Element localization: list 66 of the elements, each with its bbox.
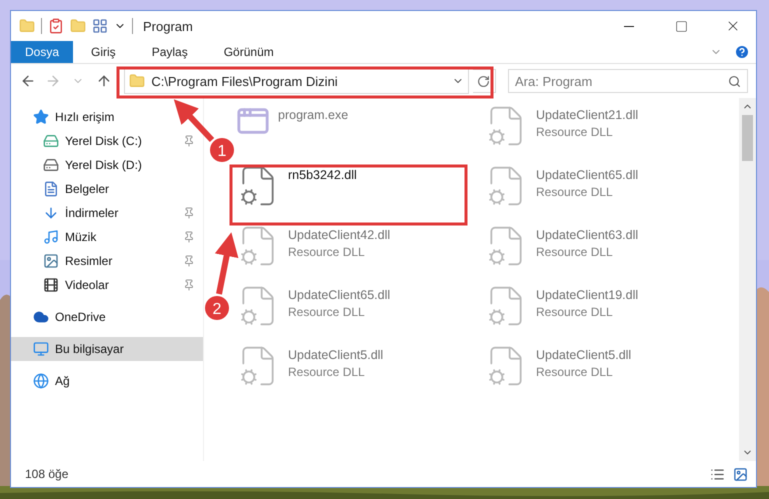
file-type: Resource DLL: [536, 365, 614, 379]
file-name[interactable]: UpdateClient21.dll: [536, 108, 638, 122]
monitor-icon: [33, 341, 49, 357]
view-icon[interactable]: [92, 18, 108, 34]
file-name[interactable]: UpdateClient19.dll: [536, 288, 638, 302]
file-name[interactable]: UpdateClient65.dll: [288, 288, 390, 302]
file-name[interactable]: rn5b3242.dll: [288, 168, 357, 182]
properties-icon[interactable]: [48, 18, 64, 34]
file-type: Resource DLL: [288, 305, 366, 319]
scrollbar-thumb[interactable]: [742, 115, 753, 161]
file-type: Resource DLL: [288, 365, 366, 379]
file-name[interactable]: UpdateClient5.dll: [536, 348, 632, 362]
annotation-arrow: [174, 99, 214, 142]
sidebar-item[interactable]: Yerel Disk (D:): [11, 153, 203, 177]
folder-icon: [129, 73, 146, 89]
sidebar-item[interactable]: Resimler: [11, 249, 203, 273]
music-icon: [43, 229, 59, 245]
file-type: Resource DLL: [536, 185, 614, 199]
sidebar-item[interactable]: Bu bilgisayar: [11, 337, 203, 361]
file-name[interactable]: UpdateClient63.dll: [536, 228, 638, 242]
sidebar-item[interactable]: OneDrive: [11, 305, 114, 329]
drive-icon: [43, 157, 59, 173]
address-bar[interactable]: C:\Program Files\Program Dizini: [124, 68, 469, 94]
file-name[interactable]: UpdateClient65.dll: [536, 168, 638, 182]
document-icon: [43, 181, 59, 197]
search-field[interactable]: Ara: Program: [508, 69, 748, 93]
refresh-icon: [477, 74, 490, 88]
ribbon-tab[interactable]: Görünüm: [206, 41, 292, 63]
drive-icon: [43, 133, 59, 149]
maximize-icon: [674, 20, 688, 32]
step-badge: 1: [210, 138, 234, 162]
file-menu-button[interactable]: Dosya: [11, 41, 74, 63]
help-icon[interactable]: [734, 44, 750, 60]
file-type: Resource DLL: [288, 245, 366, 259]
globe-icon: [33, 373, 49, 389]
image-icon: [43, 253, 59, 269]
back-icon: [20, 73, 36, 89]
up-icon: [96, 73, 112, 89]
file-type: Resource DLL: [536, 305, 614, 319]
star-icon: [33, 109, 49, 125]
file-type: Resource DLL: [536, 245, 614, 259]
sidebar-item[interactable]: Ağ: [11, 369, 78, 393]
file-type: Resource DLL: [536, 125, 614, 139]
file-name[interactable]: UpdateClient5.dll: [288, 348, 384, 362]
forward-icon: [44, 73, 61, 89]
item-count: 108 öğe: [25, 467, 70, 481]
details-view-icon[interactable]: [710, 466, 725, 482]
ribbon-tab[interactable]: Giriş: [73, 41, 134, 63]
sidebar-item[interactable]: Videolar: [11, 273, 203, 297]
annotation-arrow: [214, 232, 238, 295]
file-name[interactable]: program.exe: [278, 108, 348, 122]
sidebar-item[interactable]: Hızlı erişim: [11, 105, 122, 129]
file-name[interactable]: UpdateClient42.dll: [288, 228, 390, 242]
ribbon-tab[interactable]: Paylaş: [134, 41, 206, 63]
sidebar-item[interactable]: İndirmeler: [11, 201, 203, 225]
cloud-icon: [33, 309, 49, 325]
sidebar-item[interactable]: Yerel Disk (C:): [11, 129, 203, 153]
sidebar-item[interactable]: Müzik: [11, 225, 203, 249]
large-icons-view-icon[interactable]: [733, 466, 748, 482]
download-icon: [43, 205, 59, 221]
film-icon: [43, 277, 59, 293]
step-badge: 2: [205, 296, 229, 320]
window-title: Program: [143, 18, 194, 34]
scrollbar[interactable]: [739, 98, 756, 461]
search-icon[interactable]: [728, 75, 742, 88]
sidebar-item[interactable]: Belgeler: [11, 177, 203, 201]
